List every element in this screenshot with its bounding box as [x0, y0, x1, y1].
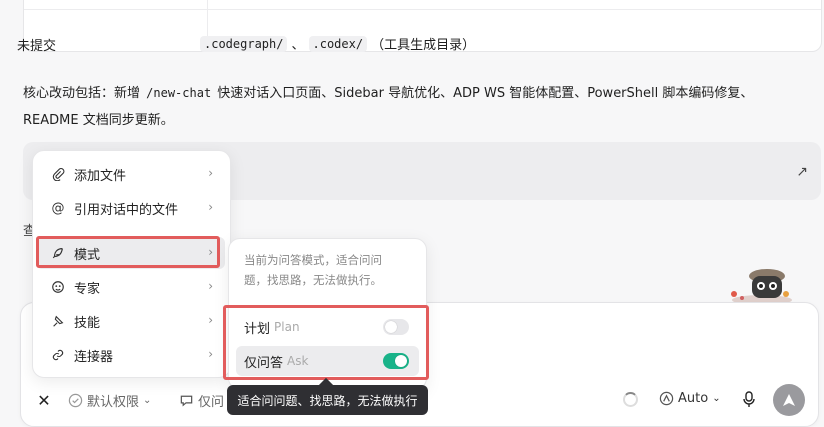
code-codegraph: .codegraph/ [200, 35, 288, 52]
code-codex: .codex/ [308, 35, 368, 52]
chevron-right-icon: › [208, 347, 213, 361]
mode-highlight-box [36, 236, 220, 268]
mode-label: 仅问 [198, 395, 225, 410]
menu-item-skill[interactable]: 技能 › [36, 305, 225, 337]
summary-paragraph: 核心改动包括：新增 /new-chat 快速对话入口页面、Sidebar 导航优… [23, 80, 803, 134]
menu-item-reference-file[interactable]: @ 引用对话中的文件 › [36, 192, 225, 224]
table-divider [24, 9, 821, 10]
summary-code: /new-chat [146, 86, 212, 100]
chevron-right-icon: › [208, 200, 213, 214]
menu-item-label: 技能 [74, 315, 101, 331]
menu-item-add-file[interactable]: 添加文件 › [36, 158, 225, 190]
menu-item-label: 引用对话中的文件 [74, 202, 179, 218]
row-suffix: （工具生成目录） [371, 38, 476, 53]
permission-label: 默认权限 [87, 395, 140, 410]
chevron-down-icon: ⌄ [712, 393, 721, 404]
send-arrow-icon [783, 394, 795, 406]
menu-item-label: 连接器 [74, 349, 114, 365]
at-icon: @ [51, 200, 65, 216]
summary-prefix: 核心改动包括：新增 [23, 86, 145, 101]
link-icon [50, 347, 66, 363]
chevron-right-icon: › [208, 166, 213, 180]
menu-item-connector[interactable]: 连接器 › [36, 339, 225, 371]
send-button[interactable] [773, 384, 805, 416]
chevron-down-icon: ⌄ [143, 395, 152, 406]
permission-selector[interactable]: 默认权限 ⌄ [68, 391, 151, 410]
loading-spinner-icon [623, 392, 638, 407]
mascot-image [731, 269, 792, 304]
mode-tooltip: 适合问问题、找思路，无法做执行 [227, 385, 428, 415]
menu-item-label: 专家 [74, 281, 101, 297]
paperclip-icon [50, 166, 66, 182]
model-label: Auto [678, 391, 709, 406]
microphone-icon[interactable] [741, 390, 757, 408]
menu-item-expert[interactable]: 专家 › [36, 271, 225, 303]
separator: 、 [291, 38, 305, 53]
chevron-right-icon: › [208, 313, 213, 327]
expert-icon [50, 279, 66, 295]
skill-icon [50, 313, 66, 329]
chat-bubble-icon [180, 395, 193, 407]
table-row-label: 未提交 [17, 39, 57, 54]
open-external-icon[interactable]: ↗ [796, 164, 808, 180]
model-selector[interactable]: Auto ⌄ [659, 391, 721, 406]
chevron-right-icon: › [208, 279, 213, 293]
menu-item-label: 添加文件 [74, 168, 127, 184]
close-icon[interactable]: ✕ [32, 388, 56, 412]
mode-selector[interactable]: 仅问 [179, 391, 224, 410]
check-circle-icon [68, 393, 83, 408]
table-row-value: .codegraph/ 、 .codex/ （工具生成目录） [200, 34, 475, 53]
mode-description: 当前为问答模式，适合问问题，找思路，无法做执行。 [244, 253, 382, 287]
options-highlight-box [223, 305, 429, 380]
model-icon [659, 391, 674, 406]
